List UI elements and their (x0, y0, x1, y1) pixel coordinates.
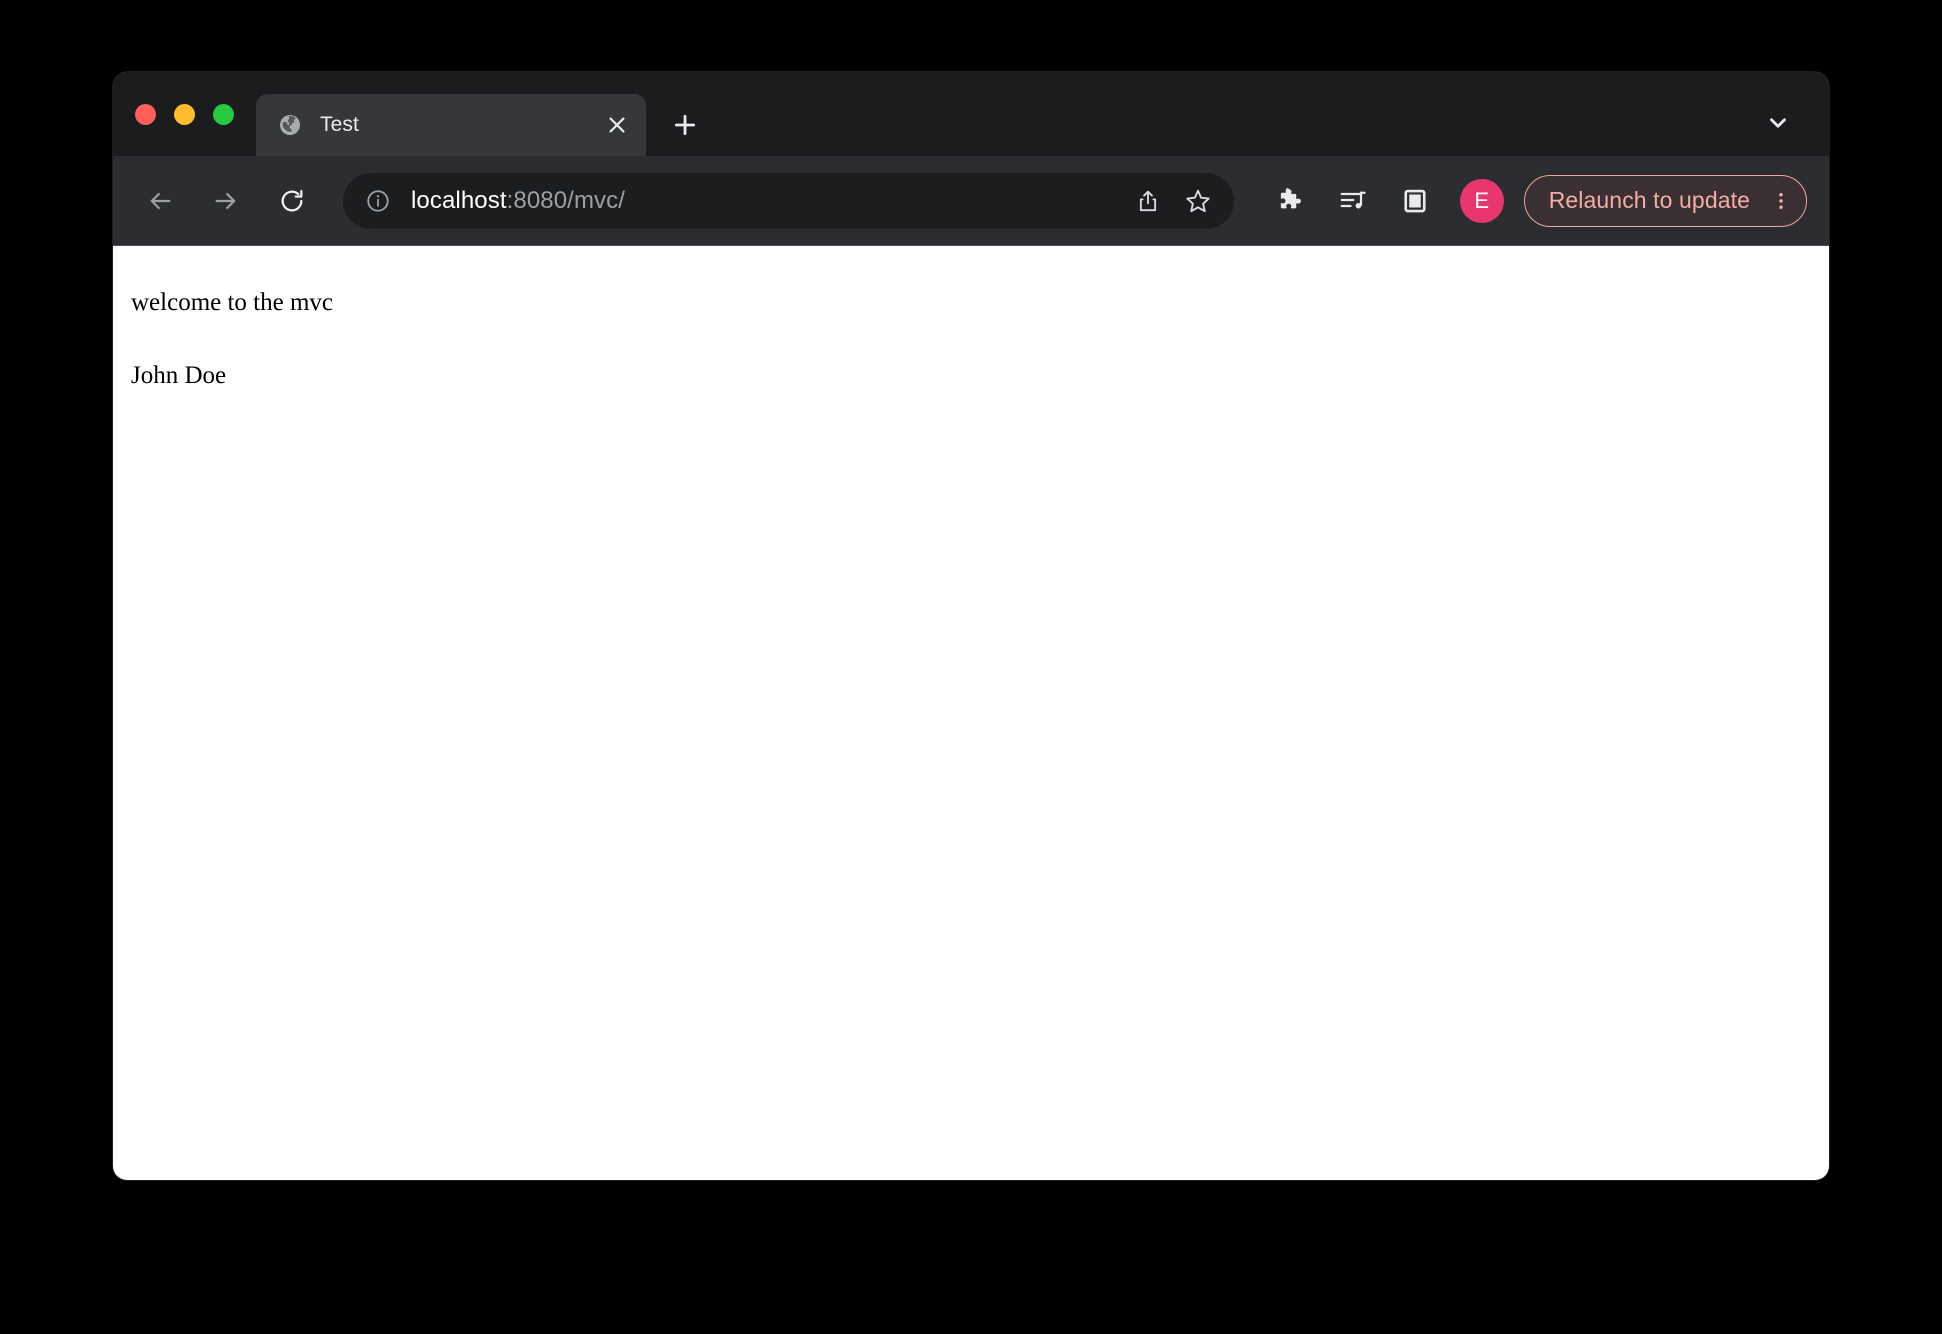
window-controls (113, 72, 234, 156)
address-bar[interactable]: localhost:8080/mvc/ (343, 172, 1234, 229)
back-button[interactable] (135, 176, 185, 226)
bookmark-button[interactable] (1176, 179, 1220, 223)
plus-icon (674, 114, 696, 136)
star-outline-icon (1186, 189, 1210, 212)
browser-menu-button[interactable] (1762, 182, 1800, 220)
info-circle-icon[interactable] (365, 188, 391, 214)
maximize-window-button[interactable] (213, 103, 234, 125)
close-icon (609, 117, 625, 133)
tabs-area: Test (256, 72, 708, 156)
share-icon (1139, 190, 1156, 211)
three-dots-vertical-icon (1779, 192, 1783, 209)
media-control-icon (1340, 191, 1366, 208)
arrow-left-icon (150, 192, 171, 209)
url-path: :8080/mvc/ (506, 186, 626, 214)
tab-test[interactable]: Test (256, 94, 646, 156)
close-window-button[interactable] (135, 103, 156, 125)
new-tab-button[interactable] (662, 102, 708, 148)
url-host: localhost (411, 186, 507, 214)
page-line-welcome: welcome to the mvc (131, 289, 334, 316)
profile-avatar[interactable]: E (1459, 178, 1504, 223)
reload-button[interactable] (267, 176, 317, 226)
browser-window: Test localhost:8080/mvc/ E Relaunch to u… (113, 72, 1829, 1180)
extensions-button[interactable] (1268, 178, 1314, 224)
page-viewport: welcome to the mvc John Doe (113, 246, 1829, 1180)
arrow-right-icon (215, 192, 236, 209)
screen: Test localhost:8080/mvc/ E Relaunch to u… (0, 0, 1942, 1334)
globe-icon (280, 115, 300, 135)
tab-search-button[interactable] (1755, 100, 1801, 146)
reload-icon (281, 189, 303, 211)
side-panel-button[interactable] (1392, 178, 1438, 224)
side-panel-icon (1404, 189, 1426, 212)
tab-close-button[interactable] (602, 110, 632, 140)
forward-button[interactable] (201, 176, 251, 226)
relaunch-label: Relaunch to update (1548, 187, 1750, 213)
relaunch-to-update-button[interactable]: Relaunch to update (1523, 174, 1807, 227)
puzzle-piece-icon (1280, 187, 1301, 208)
profile-initial: E (1474, 187, 1490, 213)
page-line-name: John Doe (131, 361, 227, 389)
chevron-down-icon (1770, 118, 1786, 128)
tab-title: Test (320, 113, 359, 136)
minimize-window-button[interactable] (174, 103, 195, 125)
browser-toolbar: localhost:8080/mvc/ E Relaunch to update (113, 156, 1829, 246)
share-button[interactable] (1126, 179, 1170, 223)
media-control-button[interactable] (1330, 178, 1376, 224)
address-bar-url: localhost:8080/mvc/ (411, 187, 1120, 215)
tab-strip: Test (113, 72, 1829, 156)
